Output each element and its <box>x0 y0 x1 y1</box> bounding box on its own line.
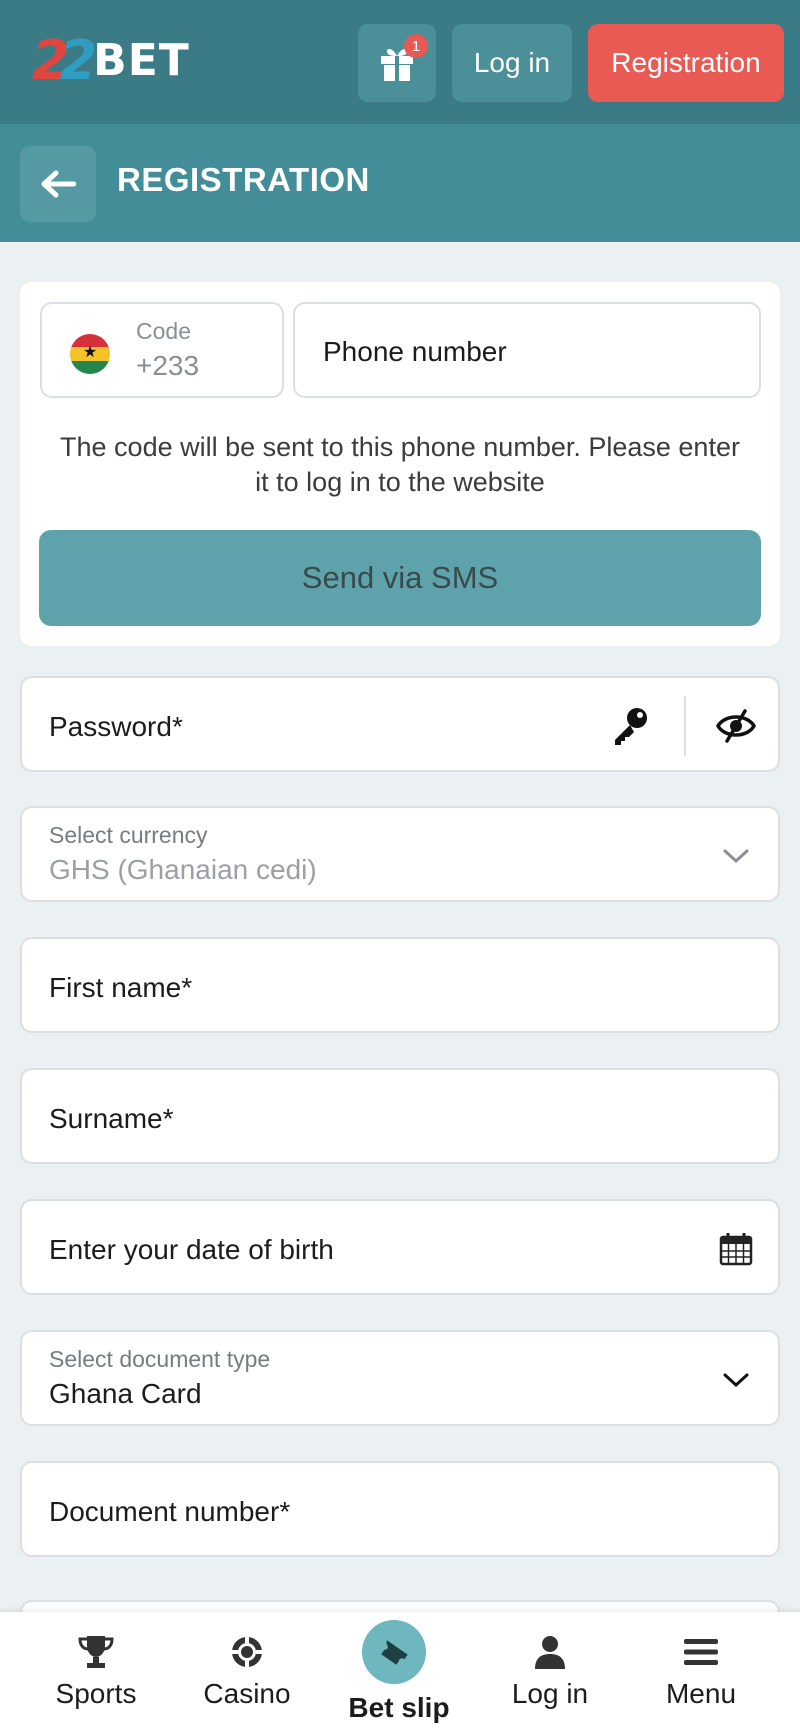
country-code-select[interactable]: ★ Code +233 <box>40 302 284 398</box>
date-of-birth-label: Enter your date of birth <box>49 1234 334 1265</box>
nav-item-casino[interactable]: Casino <box>172 1612 322 1736</box>
phone-number-input[interactable]: Phone number <box>293 302 761 398</box>
surname-label: Surname* <box>49 1103 174 1134</box>
back-button[interactable] <box>20 146 96 222</box>
password-field[interactable]: Password* <box>20 676 780 772</box>
date-of-birth-field[interactable]: Enter your date of birth <box>20 1199 780 1295</box>
eye-hidden-icon[interactable] <box>712 702 760 750</box>
hamburger-icon <box>626 1632 776 1672</box>
code-value: +233 <box>136 350 200 381</box>
chevron-down-icon <box>712 1356 760 1404</box>
top-header: 22 BET 1 Log in Registration <box>0 0 800 124</box>
first-name-field[interactable]: First name* <box>20 937 780 1033</box>
user-icon <box>475 1632 625 1672</box>
currency-select[interactable]: Select currency GHS (Ghanaian cedi) <box>20 806 780 902</box>
ticket-icon <box>362 1620 426 1684</box>
login-button[interactable]: Log in <box>452 24 572 102</box>
logo[interactable]: 22 BET <box>32 24 212 96</box>
document-type-value: Ghana Card <box>49 1378 202 1409</box>
page-header: REGISTRATION <box>0 124 800 242</box>
nav-item-log-in[interactable]: Log in <box>475 1612 625 1736</box>
logo-number: 22 <box>32 28 97 92</box>
page-title: REGISTRATION <box>117 161 370 198</box>
phone-number-placeholder: Phone number <box>323 336 507 367</box>
nav-item-bet-slip[interactable]: Bet slip <box>324 1612 474 1736</box>
gift-button[interactable]: 1 <box>358 24 436 102</box>
document-number-field[interactable]: Document number* <box>20 1461 780 1557</box>
nav-label-bet-slip: Bet slip <box>348 1692 450 1723</box>
divider <box>684 696 686 756</box>
currency-label: Select currency <box>49 822 208 848</box>
arrow-left-icon <box>41 170 76 198</box>
logo-text: BET <box>93 34 190 86</box>
surname-field[interactable]: Surname* <box>20 1068 780 1164</box>
registration-button[interactable]: Registration <box>588 24 784 102</box>
nav-item-menu[interactable]: Menu <box>626 1612 776 1736</box>
gift-badge: 1 <box>404 34 428 58</box>
trophy-icon <box>21 1632 171 1672</box>
nav-label-casino: Casino <box>203 1678 291 1709</box>
key-icon[interactable] <box>606 702 654 750</box>
sms-hint-text: The code will be sent to this phone numb… <box>60 432 740 497</box>
chip-icon <box>172 1632 322 1672</box>
send-sms-button[interactable]: Send via SMS <box>39 530 761 626</box>
ghana-flag-icon: ★ <box>70 334 110 374</box>
password-label: Password* <box>49 711 183 742</box>
calendar-icon[interactable] <box>712 1225 760 1273</box>
nav-item-sports[interactable]: Sports <box>21 1612 171 1736</box>
first-name-label: First name* <box>49 972 193 1003</box>
nav-label-menu: Menu <box>665 1678 737 1709</box>
nav-label-log-in: Log in <box>511 1678 589 1709</box>
document-number-label: Document number* <box>49 1496 291 1527</box>
currency-value: GHS (Ghanaian cedi) <box>49 854 317 885</box>
nav-label-sports: Sports <box>55 1678 137 1709</box>
bottom-nav: Sports Casino Bet slip Log in Menu <box>0 1612 800 1736</box>
phone-card: ★ Code +233 Phone number The code will b… <box>20 282 780 646</box>
chevron-down-icon <box>712 832 760 880</box>
document-type-select[interactable]: Select document type Ghana Card <box>20 1330 780 1426</box>
document-type-label: Select document type <box>49 1346 271 1372</box>
code-label: Code <box>136 318 191 344</box>
